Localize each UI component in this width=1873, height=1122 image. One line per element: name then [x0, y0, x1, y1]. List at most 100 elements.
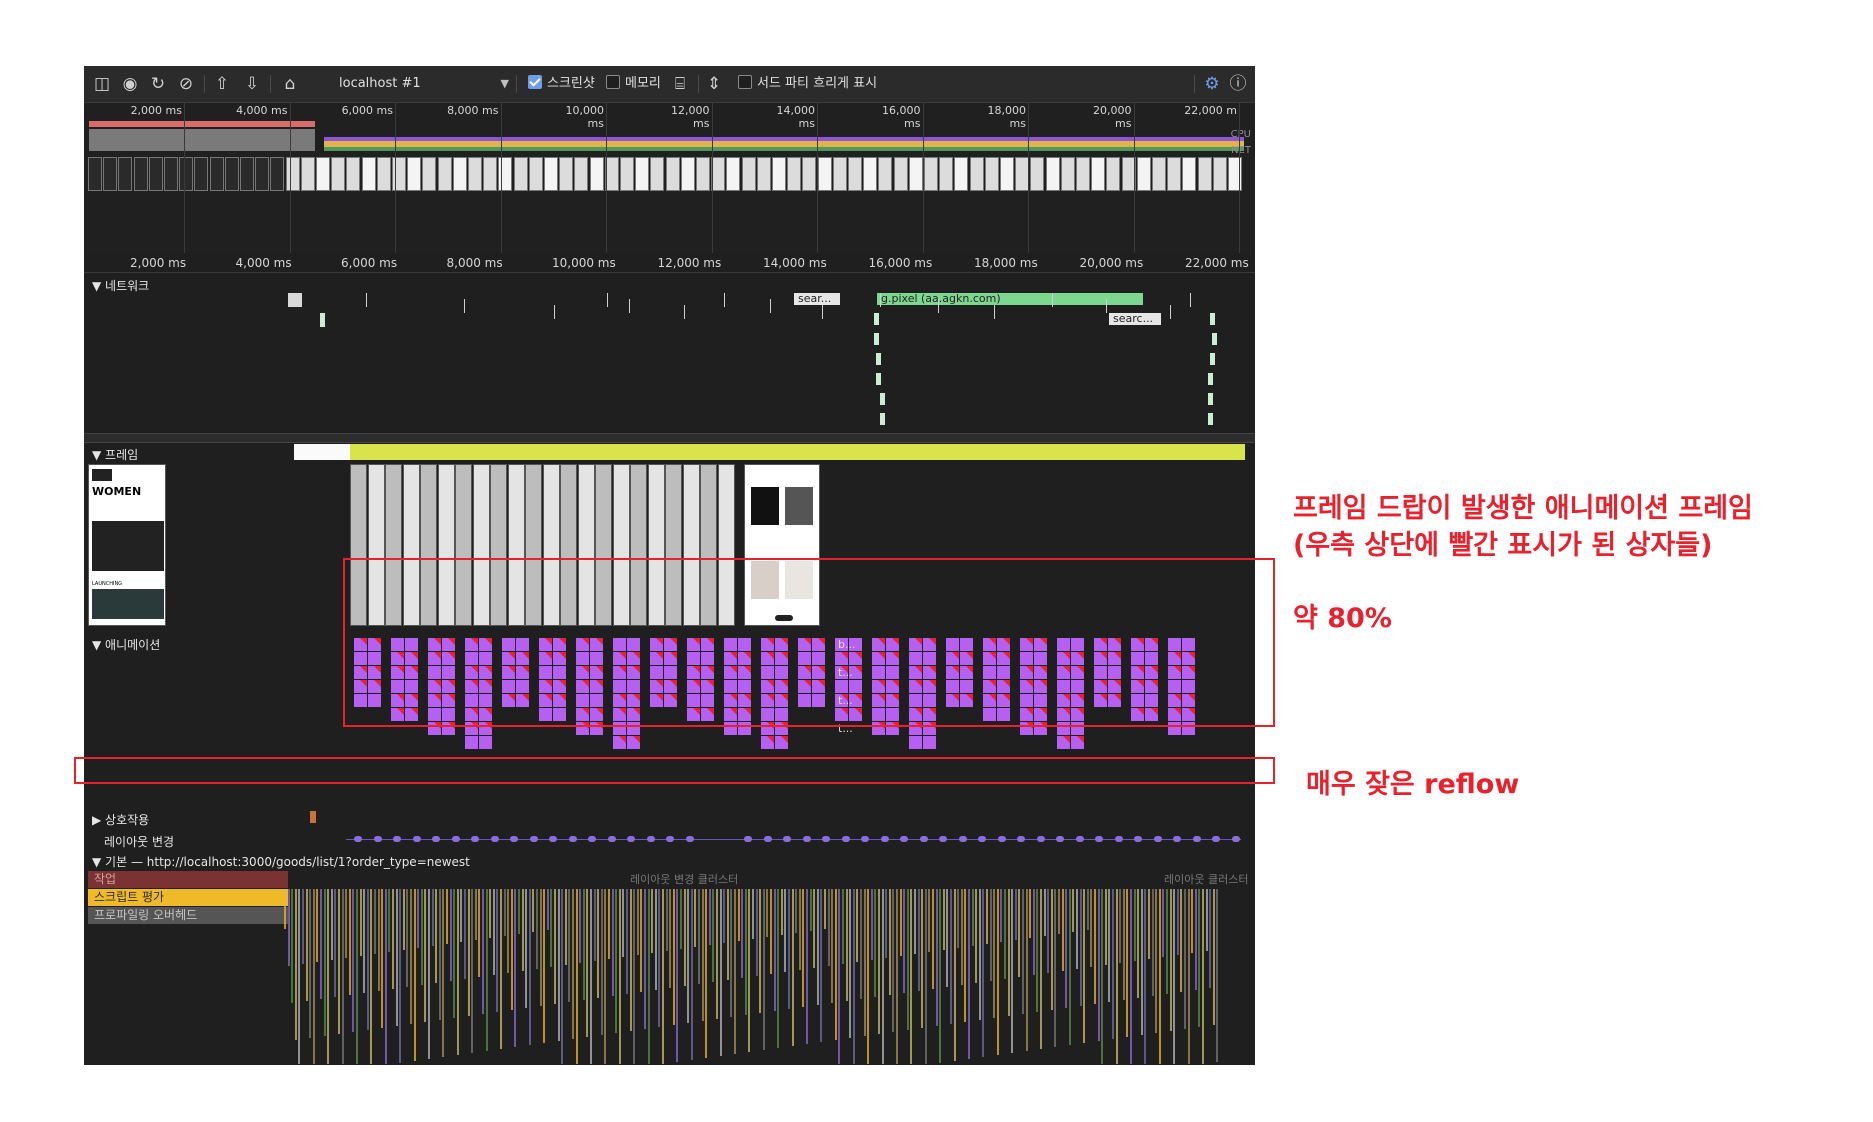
flame-chart-entry[interactable]	[680, 889, 682, 949]
flame-chart-entry[interactable]	[1007, 889, 1010, 1016]
flame-chart-entry[interactable]	[410, 889, 412, 1024]
profiling-overhead-row[interactable]: 프로파일링 오버헤드	[88, 907, 288, 924]
flame-chart-entry[interactable]	[654, 889, 657, 990]
filmstrip-thumbnail[interactable]	[103, 157, 118, 191]
flame-chart-entry[interactable]	[525, 889, 528, 1008]
download-icon[interactable]: ⇩	[242, 74, 262, 94]
flame-chart-entry[interactable]	[1047, 889, 1050, 973]
layout-shift-marker[interactable]	[1017, 836, 1025, 842]
animations-track-title[interactable]: ▼ 애니메이션	[92, 636, 160, 653]
filmstrip-thumbnail[interactable]	[528, 157, 543, 191]
flame-chart-entry[interactable]	[806, 889, 808, 1044]
flame-chart-entry[interactable]	[885, 889, 888, 958]
flame-chart-entry[interactable]	[492, 889, 495, 975]
layout-shift-marker[interactable]	[939, 836, 947, 842]
filmstrip-thumbnail[interactable]	[574, 157, 589, 191]
animation-block[interactable]	[909, 736, 922, 749]
filmstrip-thumbnail[interactable]	[696, 157, 710, 191]
flame-chart-entry[interactable]	[1137, 889, 1140, 998]
flame-chart-entry[interactable]	[1072, 889, 1075, 932]
flame-chart-entry[interactable]	[345, 889, 348, 958]
flame-chart-entry[interactable]	[298, 889, 301, 1064]
layout-shifts-track-title[interactable]: 레이아웃 변경	[104, 833, 174, 850]
filmstrip-thumbnail[interactable]	[224, 157, 239, 191]
flame-chart-entry[interactable]	[852, 889, 855, 1064]
layout-shift-marker[interactable]	[510, 836, 518, 842]
flame-chart-entry[interactable]	[878, 889, 880, 1034]
flame-chart-entry[interactable]	[856, 889, 859, 962]
flame-chart-entry[interactable]	[1036, 889, 1039, 1012]
interactions-track[interactable]: ▶ 상호작용	[84, 807, 1255, 829]
flame-chart-entry[interactable]	[827, 889, 830, 966]
network-request-tick[interactable]	[366, 293, 367, 307]
flame-chart-entry[interactable]	[1029, 889, 1032, 938]
flame-chart-entry[interactable]	[464, 889, 466, 979]
flame-chart-entry[interactable]	[1209, 889, 1212, 988]
flame-chart-entry[interactable]	[1000, 889, 1003, 942]
flame-chart-entry[interactable]	[453, 889, 456, 1018]
layout-shift-marker[interactable]	[958, 836, 967, 842]
network-request[interactable]	[320, 313, 325, 327]
flame-chart-entry[interactable]	[392, 889, 394, 989]
filmstrip-thumbnail[interactable]	[300, 157, 315, 191]
layout-shift-marker[interactable]	[802, 836, 811, 842]
flame-chart-entry[interactable]	[1061, 889, 1064, 971]
help-icon[interactable]: ⓘ	[1228, 74, 1248, 94]
layout-shift-marker[interactable]	[646, 836, 655, 842]
filmstrip-thumbnail[interactable]	[1182, 157, 1197, 191]
layout-shift-marker[interactable]	[1036, 836, 1045, 842]
flame-chart-entry[interactable]	[305, 889, 308, 1001]
flame-chart-entry[interactable]	[546, 889, 549, 930]
flame-chart-entry[interactable]	[478, 889, 481, 977]
filmstrip-thumbnail[interactable]	[422, 157, 437, 191]
network-request-tick[interactable]	[554, 305, 555, 319]
flame-chart-entry[interactable]	[687, 889, 690, 1023]
flame-chart-entry[interactable]	[456, 889, 459, 1055]
network-request-pixel[interactable]: g.pixel (aa.agkn.com)	[877, 293, 1143, 305]
network-request-tick[interactable]	[684, 305, 685, 319]
flame-chart-entry[interactable]	[1126, 889, 1129, 1037]
flame-chart-entry[interactable]	[928, 889, 931, 952]
flame-chart-entry[interactable]	[1014, 889, 1017, 940]
animation-block[interactable]	[761, 736, 774, 749]
task-row[interactable]: 작업	[88, 871, 288, 888]
flame-chart-entry[interactable]	[543, 889, 546, 1043]
flame-chart-entry[interactable]	[309, 889, 312, 1038]
main-thread-track[interactable]: ▼ 기본 — http://localhost:3000/goods/list/…	[84, 851, 1255, 1065]
cleanup-icon[interactable]: ⌸	[670, 74, 690, 94]
network-request-tick[interactable]	[1190, 293, 1191, 307]
flame-chart-entry[interactable]	[748, 889, 751, 1052]
flame-chart-entry[interactable]	[622, 889, 625, 957]
flame-chart-entry[interactable]	[320, 889, 322, 999]
flame-chart-entry[interactable]	[1122, 889, 1125, 1000]
flame-chart-entry[interactable]	[917, 889, 920, 991]
filmstrip-thumbnail[interactable]	[209, 157, 224, 191]
filmstrip-thumbnail[interactable]	[316, 157, 330, 191]
flame-chart-entry[interactable]	[1133, 889, 1136, 961]
flame-chart-entry[interactable]	[978, 889, 981, 1020]
memory-checkbox[interactable]: 메모리	[606, 74, 661, 94]
flame-chart-entry[interactable]	[586, 889, 589, 1037]
flame-chart-entry[interactable]	[312, 889, 315, 1064]
flame-chart-entry[interactable]	[1054, 889, 1057, 1047]
reload-icon[interactable]: ↻	[148, 74, 168, 94]
flame-chart-entry[interactable]	[428, 889, 430, 1059]
filmstrip-thumbnail[interactable]	[848, 157, 862, 191]
upload-icon[interactable]: ⇧	[212, 74, 232, 94]
layout-shift-marker[interactable]	[1134, 836, 1142, 842]
filmstrip-thumbnail[interactable]	[118, 157, 133, 191]
network-request[interactable]	[880, 393, 885, 405]
flame-chart-entry[interactable]	[935, 889, 938, 1026]
network-request[interactable]	[1210, 313, 1215, 325]
flame-chart-entry[interactable]	[989, 889, 992, 981]
flame-chart-entry[interactable]	[1212, 889, 1215, 1025]
flame-chart-entry[interactable]	[384, 889, 387, 1064]
timeline-overview[interactable]: 2,000 ms 4,000 ms 6,000 ms 8,000 ms 10,000 m…	[84, 103, 1255, 255]
layout-shift-marker[interactable]	[978, 836, 986, 842]
flame-chart-entry[interactable]	[860, 889, 862, 999]
layout-shift-marker[interactable]	[666, 836, 674, 842]
flame-chart-entry[interactable]	[874, 889, 877, 997]
flame-chart-entry[interactable]	[737, 889, 740, 941]
profile-select[interactable]: localhost #1 ▼	[339, 74, 509, 94]
flame-chart-entry[interactable]	[845, 889, 848, 1001]
